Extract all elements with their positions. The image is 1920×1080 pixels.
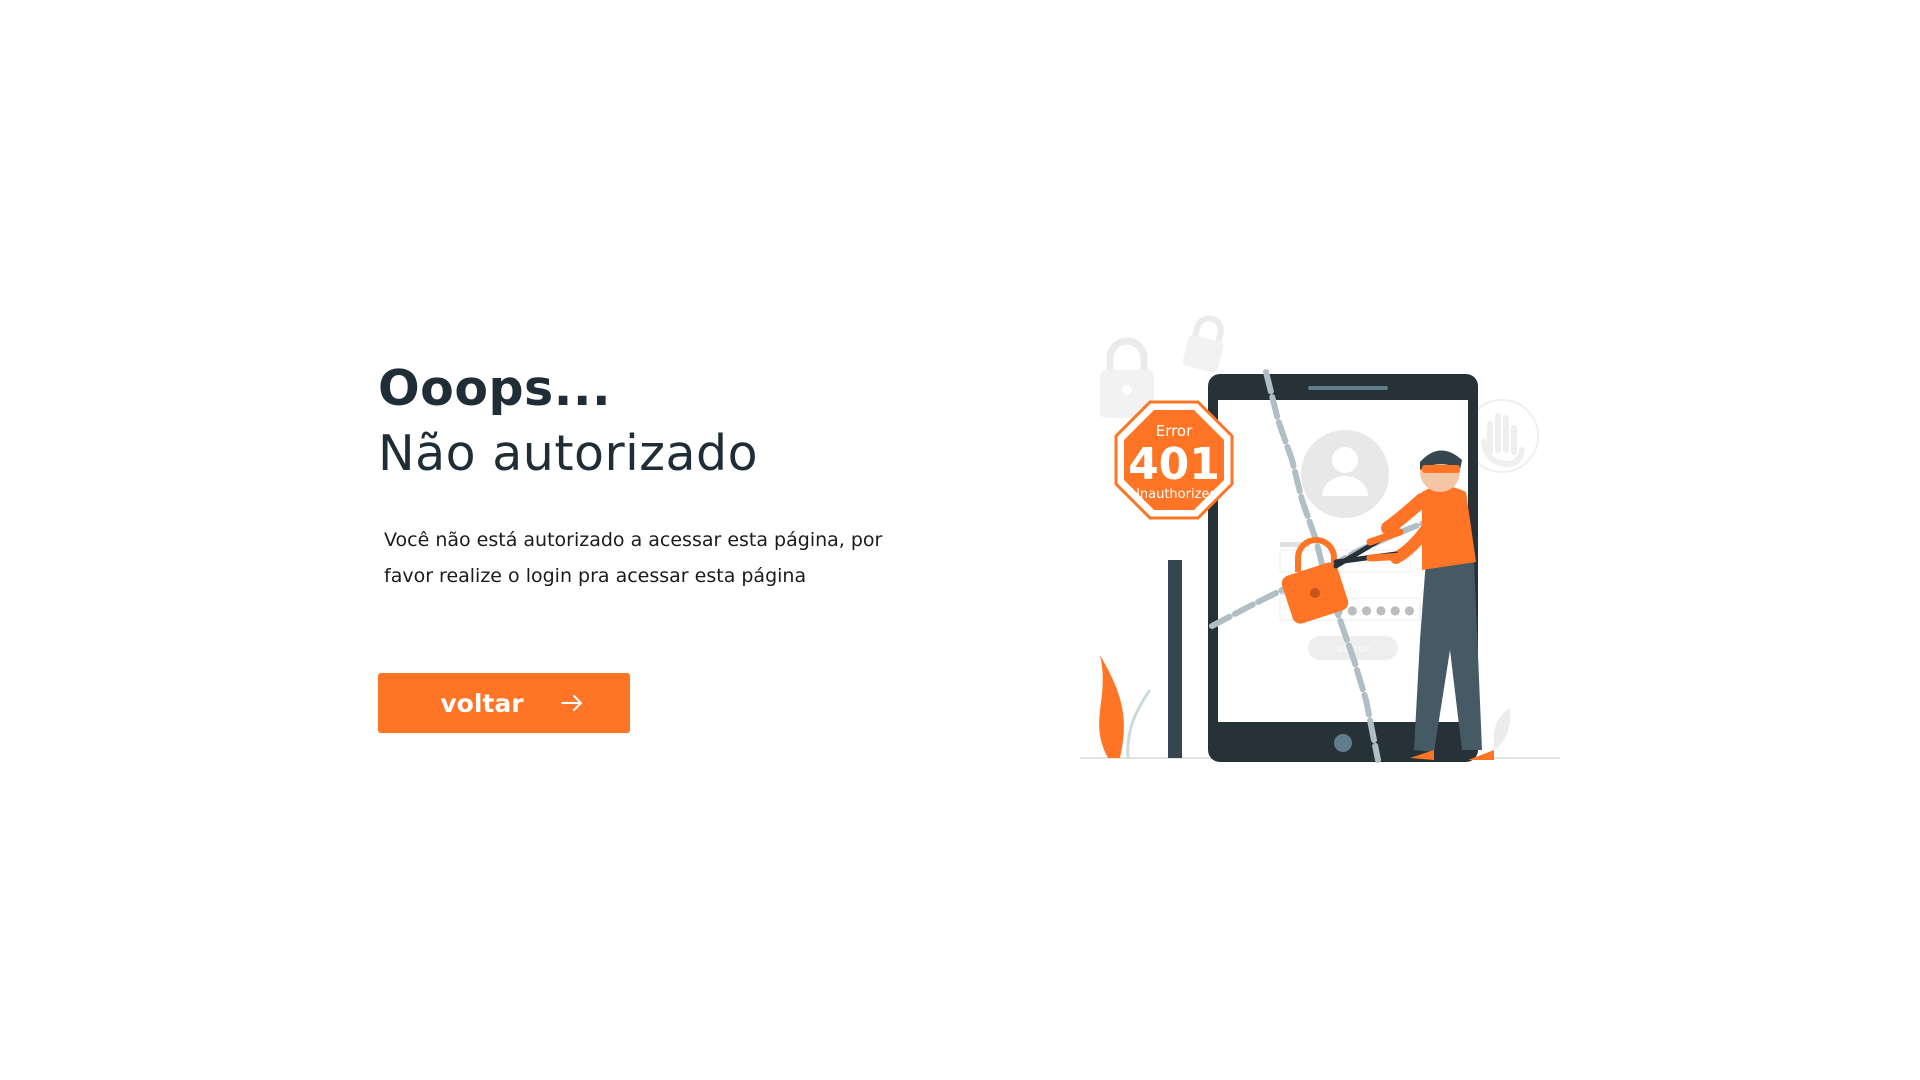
page-subtitle: Não autorizado — [378, 424, 759, 482]
page-title: Ooops... — [378, 360, 612, 417]
sign-error-code: 401 — [1128, 439, 1220, 490]
arrow-right-icon — [560, 694, 584, 712]
back-button-label: voltar — [440, 688, 524, 718]
sign-error-description: Unauthorized — [1130, 487, 1217, 502]
unauthorized-illustration: ● ● ● ● ● ● ● ● ● SING UP Error 401 Unau… — [1080, 315, 1560, 763]
avatar-icon — [1301, 430, 1389, 518]
sign-post — [1168, 560, 1182, 758]
error-message: Você não está autorizado a acessar esta … — [384, 529, 883, 588]
sign-error-label: Error — [1156, 422, 1193, 440]
plant-right — [1493, 708, 1511, 750]
padlock-icon — [1182, 315, 1224, 373]
back-button[interactable]: voltar — [378, 673, 630, 733]
error-content: Ooops... Não autorizado Você não está au… — [378, 360, 938, 594]
error-sign: Error 401 Unauthorized — [1114, 400, 1234, 520]
plant-left — [1099, 655, 1152, 759]
